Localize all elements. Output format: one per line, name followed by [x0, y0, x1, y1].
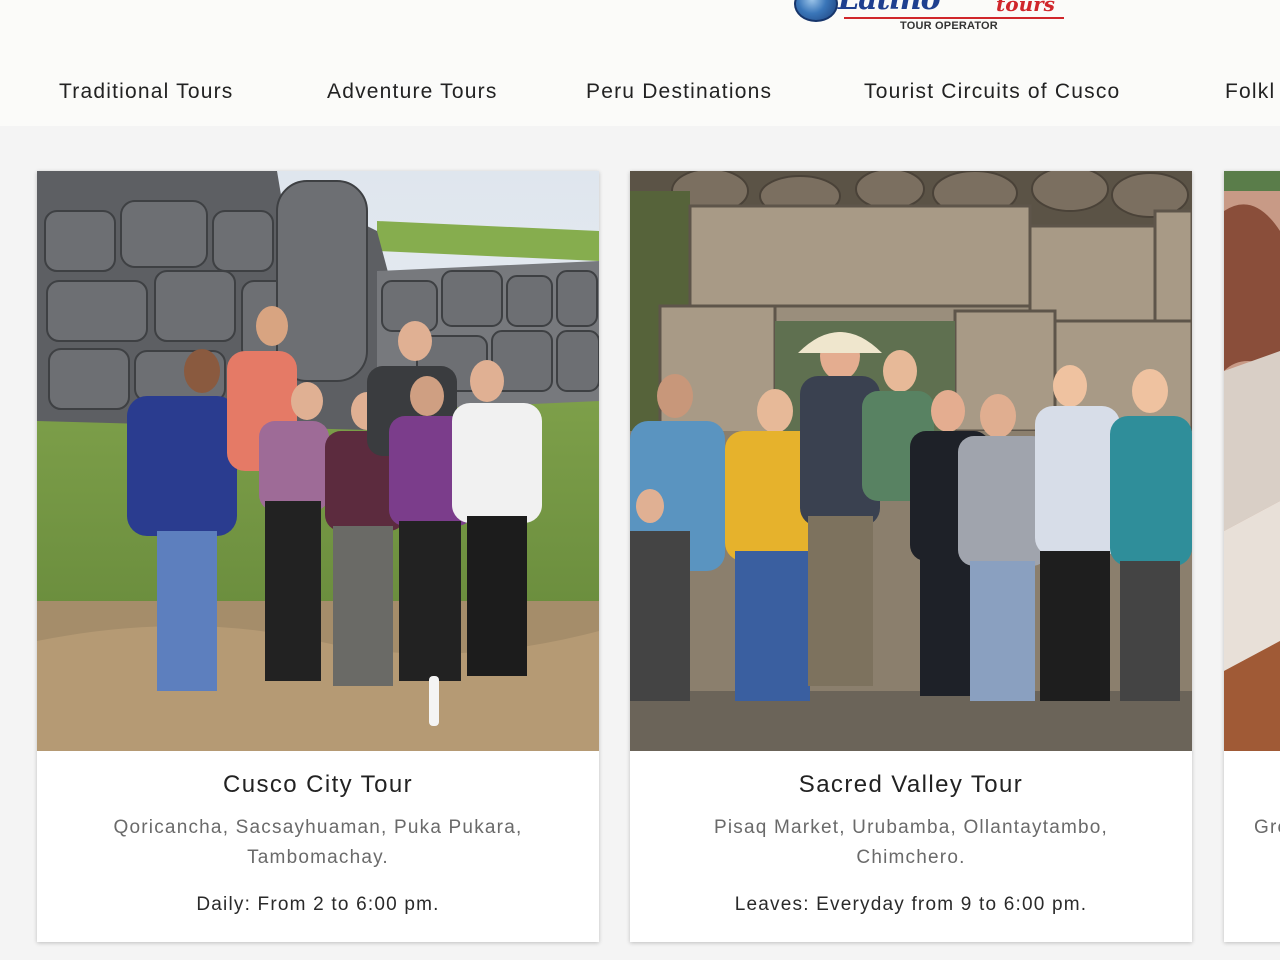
site-logo[interactable]: Latino tours TOUR OPERATOR — [790, 0, 1080, 36]
group-at-stone-doorway-photo[interactable] — [630, 171, 1192, 751]
tour-description: Gre — [1254, 817, 1280, 838]
nav-item-traditional-tours[interactable]: Traditional Tours — [59, 74, 233, 110]
logo-subtitle: TOUR OPERATOR — [900, 20, 998, 32]
nav-item-adventure-tours[interactable]: Adventure Tours — [327, 74, 498, 110]
tour-card-sacred-valley[interactable]: Sacred Valley Tour Pisaq Market, Urubamb… — [630, 171, 1192, 942]
tour-description: Pisaq Market, Urubamba, Ollantaytambo, C… — [713, 817, 1109, 868]
nav-item-tourist-circuits[interactable]: Tourist Circuits of Cusco — [864, 74, 1120, 110]
tour-description: Qoricancha, Sacsayhuaman, Puka Pukara, T… — [113, 817, 523, 868]
logo-word: Latino — [838, 0, 941, 17]
site-header: Latino tours TOUR OPERATOR Traditional T… — [0, 0, 1280, 126]
nav-item-folklore[interactable]: Folkl — [1225, 74, 1275, 110]
tour-card-cusco-city[interactable]: Cusco City Tour Qoricancha, Sacsayhuaman… — [37, 171, 599, 942]
globe-icon — [794, 0, 838, 22]
tour-card-partial[interactable]: Gre — [1224, 171, 1280, 942]
group-at-inca-stone-walls-photo[interactable] — [37, 171, 599, 751]
tour-schedule: Leaves: Everyday from 9 to 6:00 pm. — [734, 894, 1088, 915]
tour-title[interactable]: Cusco City Tour — [37, 771, 599, 799]
tour-title[interactable]: Sacred Valley Tour — [630, 771, 1192, 799]
tour-schedule: Daily: From 2 to 6:00 pm. — [196, 894, 440, 915]
salt-terraces-photo[interactable] — [1224, 171, 1280, 751]
nav-item-peru-destinations[interactable]: Peru Destinations — [586, 74, 772, 110]
page: Latino tours TOUR OPERATOR Traditional T… — [0, 0, 1280, 960]
logo-tours-word: tours — [996, 0, 1055, 16]
main-nav: Traditional Tours Adventure Tours Peru D… — [0, 74, 1280, 110]
logo-underline — [844, 17, 1064, 19]
